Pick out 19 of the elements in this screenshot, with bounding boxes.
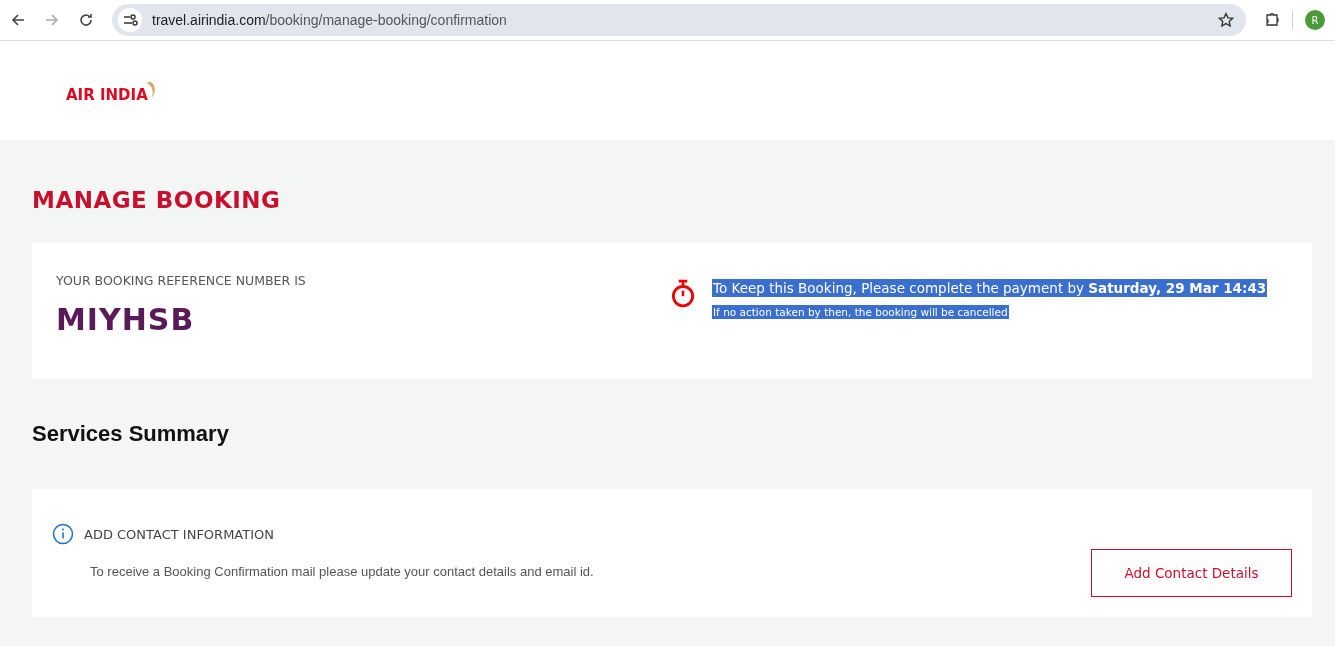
- info-icon: [52, 523, 74, 545]
- back-icon[interactable]: [10, 12, 26, 28]
- section-title: Services Summary: [32, 421, 230, 447]
- airline-logo-text: AIR INDIA: [66, 85, 148, 104]
- profile-avatar[interactable]: R: [1305, 10, 1325, 30]
- address-bar[interactable]: travel.airindia.com/booking/manage-booking/confirmation: [112, 4, 1246, 36]
- contact-title: ADD CONTACT INFORMATION: [84, 526, 274, 542]
- bookmark-star-icon[interactable]: [1218, 12, 1234, 28]
- add-contact-button[interactable]: Add Contact Details: [1091, 549, 1292, 597]
- payment-deadline-message: To Keep this Booking, Please complete the payment by Saturday, 29 Mar 14:43: [712, 279, 1268, 297]
- reference-label: YOUR BOOKING REFERENCE NUMBER IS: [56, 273, 307, 288]
- cancellation-note: If no action taken by then, the booking will be cancelled: [712, 305, 1009, 319]
- reload-icon[interactable]: [78, 12, 94, 28]
- booking-reference: MIYHSB: [56, 302, 196, 337]
- site-settings-icon[interactable]: [118, 8, 142, 32]
- stopwatch-icon: [670, 279, 696, 309]
- extensions-icon[interactable]: [1264, 12, 1280, 28]
- contact-description: To receive a Booking Confirmation mail please update your contact details and email id.: [90, 564, 594, 579]
- page-title: MANAGE BOOKING: [32, 187, 282, 213]
